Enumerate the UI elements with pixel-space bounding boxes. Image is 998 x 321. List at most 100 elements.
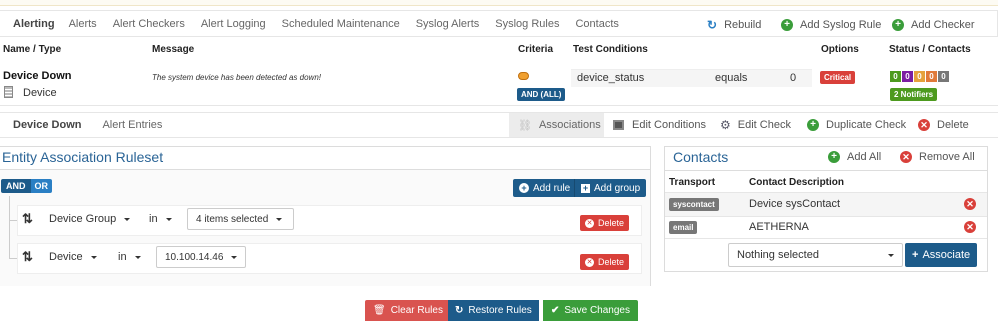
plus-icon: + <box>912 249 919 261</box>
rule-operator-select[interactable]: in <box>149 213 172 225</box>
refresh-icon: ↻ <box>707 17 718 32</box>
nav-link-syslog-alerts[interactable]: Syslog Alerts <box>416 18 480 30</box>
subnav-title: Device Down <box>13 119 82 131</box>
close-icon: ✕ <box>585 257 594 267</box>
rule-value-label: 4 items selected <box>196 213 269 225</box>
alerting-navbar: Alerting Alerts Alert Checkers Alert Log… <box>0 10 998 37</box>
plus-icon: + <box>781 18 793 31</box>
rule-field-select[interactable]: Device Group <box>49 213 131 225</box>
delete-rule-button[interactable]: ✕ Delete <box>580 215 630 231</box>
rebuild-button[interactable]: ↻ Rebuild <box>707 11 761 38</box>
remove-contact-icon[interactable]: ✕ <box>964 198 976 210</box>
or-toggle[interactable]: OR <box>30 179 52 193</box>
add-all-label: Add All <box>847 151 882 163</box>
add-syslog-rule-button[interactable]: + Add Syslog Rule <box>781 11 881 38</box>
tree-branch <box>9 220 17 221</box>
status-count-alert: 0 <box>926 71 937 82</box>
add-group-button[interactable]: + Add group <box>574 179 647 197</box>
chevron-down-icon <box>90 255 97 259</box>
notifiers-badge: 2 Notifiers <box>890 88 938 101</box>
col-header-message: Message <box>152 44 195 55</box>
associate-label: Associate <box>922 249 971 261</box>
nav-link-contacts[interactable]: Contacts <box>575 18 618 30</box>
rule-value-select[interactable]: 10.100.14.46 <box>156 246 246 268</box>
remove-contact-icon[interactable]: ✕ <box>964 221 976 233</box>
contacts-title: Contacts <box>673 149 729 165</box>
nav-link-alert-logging[interactable]: Alert Logging <box>201 18 266 30</box>
nav-link-alert-checkers[interactable]: Alert Checkers <box>113 18 185 30</box>
contact-select-placeholder: Nothing selected <box>737 249 819 261</box>
col-header-status: Status / Contacts <box>889 44 971 55</box>
nav-link-scheduled-maintenance[interactable]: Scheduled Maintenance <box>282 18 400 30</box>
tab-alert-entries[interactable]: Alert Entries <box>102 119 162 131</box>
rule-field-label: Device Group <box>49 213 117 225</box>
plus-icon: + <box>807 119 819 131</box>
col-header-test: Test Conditions <box>573 44 648 55</box>
contact-select[interactable]: Nothing selected <box>728 243 903 267</box>
sort-icon[interactable]: ⇅ <box>22 211 33 227</box>
tab-edit-conditions-label: Edit Conditions <box>632 119 706 131</box>
restore-rules-button[interactable]: ↻ Restore Rules <box>448 300 539 321</box>
rule-operator-label: in <box>149 213 158 225</box>
remove-all-button[interactable]: ✕ Remove All <box>900 151 975 163</box>
add-checker-button[interactable]: + Add Checker <box>892 11 975 38</box>
nav-title: Alerting <box>13 17 55 30</box>
add-rule-button[interactable]: + Add rule <box>513 179 577 197</box>
status-count-delayed: 0 <box>902 71 913 82</box>
tab-edit-conditions[interactable]: Edit Conditions <box>613 113 706 137</box>
check-icon: ✔ <box>551 305 560 316</box>
rule-row <box>17 243 642 274</box>
delete-rule-label: Delete <box>598 257 625 267</box>
save-changes-button[interactable]: ✔ Save Changes <box>543 300 638 321</box>
chevron-down-icon <box>888 253 894 257</box>
chevron-down-icon <box>124 217 131 221</box>
add-group-label: Add group <box>594 182 641 194</box>
associate-button[interactable]: + Associate <box>905 243 978 267</box>
col-header-criteria: Criteria <box>518 44 554 55</box>
tab-delete-label: Delete <box>937 119 969 131</box>
criteria-icon <box>518 72 529 80</box>
status-count-ok: 0 <box>890 71 901 82</box>
tab-edit-check-label: Edit Check <box>737 119 791 131</box>
close-icon: ✕ <box>900 151 912 163</box>
chevron-down-icon <box>276 217 283 221</box>
server-icon <box>4 86 13 98</box>
contact-row <box>665 216 987 239</box>
condition-field: device_status <box>577 72 645 84</box>
criteria-badge: AND (ALL) <box>517 88 566 101</box>
add-rule-label: Add rule <box>533 182 571 194</box>
tab-associations[interactable]: ⛓ Associations <box>509 113 604 137</box>
add-checker-label: Add Checker <box>911 18 975 31</box>
gear-icon: ⚙ <box>720 118 731 132</box>
nav-link-syslog-rules[interactable]: Syslog Rules <box>495 18 559 30</box>
close-icon: ✕ <box>585 218 594 228</box>
rule-value-select[interactable]: 4 items selected <box>187 208 294 230</box>
col-header-contact-desc: Contact Description <box>749 177 845 188</box>
rule-value-label: 10.100.14.46 <box>165 251 224 263</box>
clear-rules-label: Clear Rules <box>390 305 443 316</box>
chevron-down-icon <box>134 255 141 259</box>
save-changes-label: Save Changes <box>564 305 630 316</box>
add-syslog-rule-label: Add Syslog Rule <box>800 18 882 31</box>
tab-duplicate-check-label: Duplicate Check <box>826 119 907 131</box>
rule-operator-select[interactable]: in <box>118 251 141 263</box>
condition-operator: equals <box>715 72 748 84</box>
check-name[interactable]: Device Down <box>3 70 71 82</box>
and-toggle[interactable]: AND <box>1 179 31 193</box>
status-counts: 0 0 0 0 0 <box>890 71 950 82</box>
rule-field-select[interactable]: Device <box>49 251 97 263</box>
tab-edit-check[interactable]: ⚙ Edit Check <box>720 113 791 137</box>
nav-link-alerts[interactable]: Alerts <box>69 18 97 30</box>
tab-delete[interactable]: ✕ Delete <box>918 113 969 137</box>
link-icon: ⛓ <box>518 119 532 132</box>
transport-badge: email <box>669 221 698 234</box>
delete-rule-button[interactable]: ✕ Delete <box>580 254 630 270</box>
clear-rules-button[interactable]: 🗑 Clear Rules <box>365 300 451 321</box>
sort-icon[interactable]: ⇅ <box>22 249 33 265</box>
tab-duplicate-check[interactable]: + Duplicate Check <box>807 113 906 137</box>
contact-description: AETHERNA <box>749 221 809 233</box>
severity-badge: Critical <box>820 71 856 84</box>
tree-line <box>9 196 10 258</box>
transport-badge: syscontact <box>669 198 719 211</box>
add-all-button[interactable]: + Add All <box>828 151 881 163</box>
